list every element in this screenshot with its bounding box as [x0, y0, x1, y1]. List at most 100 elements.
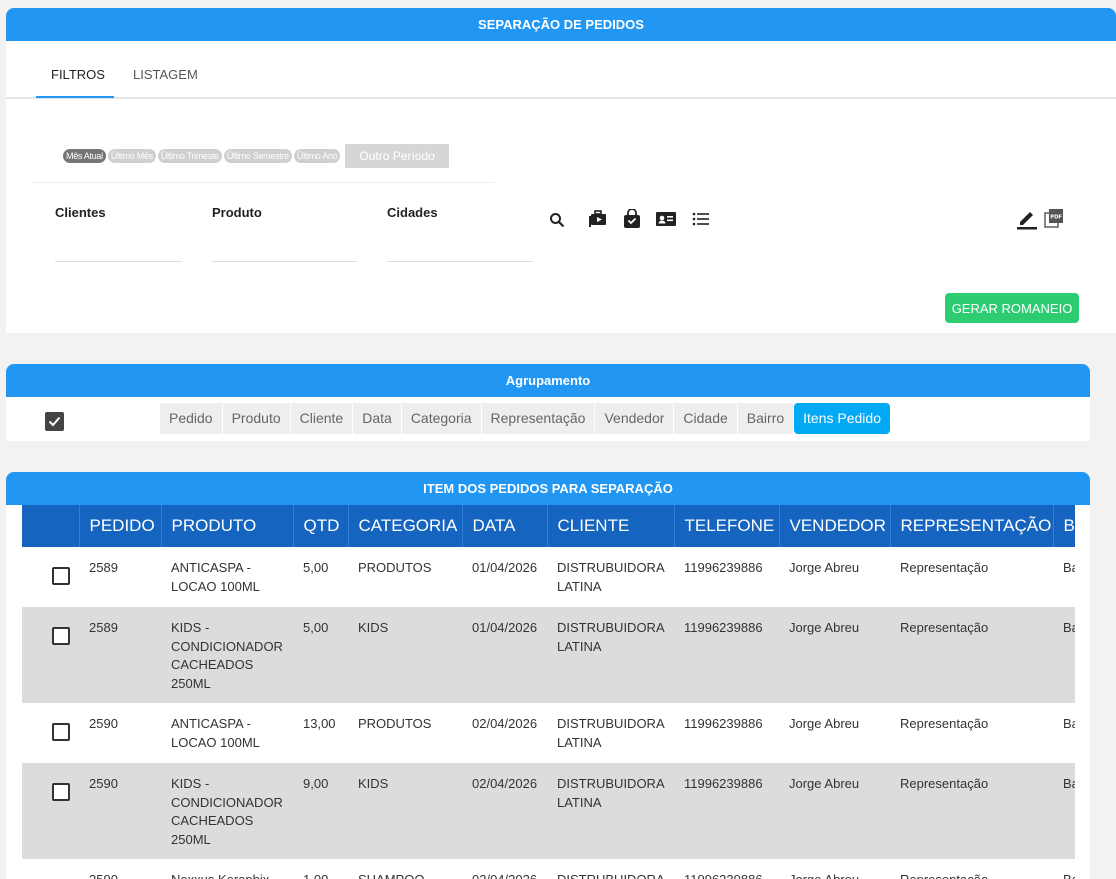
- cell-vendedor: Jorge Abreu: [779, 763, 890, 859]
- cell-telefone: 11996239886: [674, 763, 779, 859]
- cell-cliente: DISTRUBUIDORA LATINA: [547, 607, 674, 703]
- group-cliente-button[interactable]: Cliente: [290, 403, 353, 434]
- agrupamento-title: Agrupamento: [505, 373, 591, 388]
- cell-qtd: 13,00: [303, 716, 336, 731]
- cell-representacao: Representação: [890, 607, 1053, 703]
- page-title: SEPARAÇÃO DE PEDIDOS: [478, 17, 644, 32]
- agrupamento-options: Pedido Produto Cliente Data Categoria Re…: [160, 403, 891, 434]
- cell-representacao: Representação: [890, 859, 1053, 879]
- shopping-bag-icon[interactable]: [621, 208, 643, 230]
- cell-representacao: Representação: [890, 763, 1053, 859]
- period-outro-button[interactable]: Outro Período: [345, 144, 449, 168]
- cell-representacao: Representação: [900, 560, 989, 575]
- group-produto-button[interactable]: Produto: [222, 403, 290, 434]
- period-ultimo-ano[interactable]: Último Ano: [293, 149, 341, 163]
- col-cliente[interactable]: CLIENTE: [547, 505, 675, 547]
- table-row: 2590 KIDS - CONDICIONADOR CACHEADOS 250M…: [22, 763, 1075, 859]
- itens-table-viewport: PEDIDO PRODUTO QTD CATEGORIA DATA CLIENT…: [22, 505, 1075, 879]
- cell-qtd: 5,00: [303, 560, 329, 575]
- cell-telefone: 11996239886: [684, 560, 763, 575]
- row-checkbox-cell: [22, 763, 79, 859]
- cell-bairro: Ba: [1063, 560, 1075, 575]
- col-bairro[interactable]: BAIRRO: [1053, 505, 1075, 547]
- row-checkbox[interactable]: [52, 783, 70, 801]
- cell-telefone: 11996239886: [674, 859, 779, 879]
- col-produto[interactable]: PRODUTO: [161, 505, 294, 547]
- col-telefone[interactable]: TELEFONE: [674, 505, 780, 547]
- group-bairro-button[interactable]: Bairro: [737, 403, 794, 434]
- agrupamento-header: Agrupamento: [6, 364, 1090, 397]
- row-checkbox-cell: [22, 547, 79, 607]
- list-icon[interactable]: [690, 208, 712, 230]
- tab-listagem[interactable]: LISTAGEM: [133, 67, 198, 82]
- cell-categoria: PRODUTOS: [358, 716, 432, 731]
- period-ultimo-semestre[interactable]: Último Semestre: [223, 149, 292, 163]
- clientes-label: Clientes: [55, 205, 106, 220]
- cell-produto: Nexxus Keraphix: [161, 859, 293, 879]
- col-pedido[interactable]: PEDIDO: [79, 505, 162, 547]
- cell-vendedor: Jorge Abreu: [789, 560, 860, 575]
- clientes-input[interactable]: [55, 261, 182, 262]
- search-icon[interactable]: [546, 209, 568, 231]
- produto-label: Produto: [212, 205, 262, 220]
- table-row: 2589 KIDS - CONDICIONADOR CACHEADOS 250M…: [22, 607, 1075, 703]
- group-representacao-button[interactable]: Representação: [481, 403, 595, 434]
- cell-bairro: Ba: [1063, 716, 1075, 731]
- period-mes-atual[interactable]: Mês Atual: [63, 149, 106, 163]
- briefcase-play-icon[interactable]: [587, 208, 609, 230]
- cell-telefone: 11996239886: [684, 716, 763, 731]
- col-qtd[interactable]: QTD: [293, 505, 349, 547]
- period-ultimo-trimestre[interactable]: Último Trimeste: [157, 149, 222, 163]
- cell-vendedor: Jorge Abreu: [779, 607, 890, 703]
- table-header-row: PEDIDO PRODUTO QTD CATEGORIA DATA CLIENT…: [22, 505, 1075, 547]
- cell-pedido: 2589: [89, 560, 118, 575]
- filters-panel: FILTROS LISTAGEM Mês Atual Último Mês Úl…: [6, 41, 1116, 333]
- gerar-romaneio-button[interactable]: GERAR ROMANEIO: [945, 293, 1079, 323]
- cell-data: 01/04/2026: [472, 560, 538, 575]
- cell-pedido: 2590: [79, 859, 161, 879]
- table-row: 2589 ANTICASPA - LOCAO 100ML 5,00 PRODUT…: [22, 547, 1075, 607]
- active-tab-indicator: [36, 96, 114, 98]
- cell-cliente: DISTRUBUIDORA LATINA: [547, 763, 674, 859]
- cell-cliente: DISTRUBUIDORA LATINA: [557, 560, 664, 594]
- pdf-icon[interactable]: PDF: [1043, 207, 1065, 229]
- group-itens-pedido-button[interactable]: Itens Pedido: [794, 403, 890, 434]
- group-data-button[interactable]: Data: [353, 403, 401, 434]
- col-categoria[interactable]: CATEGORIA: [348, 505, 463, 547]
- col-representacao[interactable]: REPRESENTAÇÃO: [890, 505, 1054, 547]
- edit-pencil-icon[interactable]: [1016, 208, 1038, 230]
- row-checkbox-cell: [22, 703, 79, 763]
- period-selector: Mês Atual Último Mês Último Trimeste Últ…: [63, 144, 449, 168]
- cell-produto: ANTICASPA - LOCAO 100ML: [171, 560, 260, 594]
- cell-produto: KIDS - CONDICIONADOR CACHEADOS 250ML: [161, 763, 293, 859]
- svg-text:PDF: PDF: [1050, 215, 1062, 221]
- select-all-checkbox[interactable]: [45, 412, 64, 431]
- cell-categoria: KIDS: [348, 607, 462, 703]
- cidades-input[interactable]: [387, 261, 533, 262]
- cell-vendedor: Jorge Abreu: [779, 859, 890, 879]
- itens-table: PEDIDO PRODUTO QTD CATEGORIA DATA CLIENT…: [22, 505, 1075, 879]
- cell-produto: KIDS - CONDICIONADOR CACHEADOS 250ML: [161, 607, 293, 703]
- tab-filtros[interactable]: FILTROS: [51, 67, 105, 82]
- col-data[interactable]: DATA: [462, 505, 548, 547]
- row-checkbox[interactable]: [52, 627, 70, 645]
- period-ultimo-mes[interactable]: Último Mês: [107, 149, 156, 163]
- col-select: [22, 505, 80, 547]
- row-checkbox[interactable]: [52, 723, 70, 741]
- group-categoria-button[interactable]: Categoria: [401, 403, 481, 434]
- itens-title: ITEM DOS PEDIDOS PARA SEPARAÇÃO: [423, 481, 673, 496]
- cell-data: 02/04/2026: [462, 763, 547, 859]
- cell-data: 02/04/2026: [462, 859, 547, 879]
- row-checkbox[interactable]: [52, 567, 70, 585]
- table-row: 2590 ANTICASPA - LOCAO 100ML 13,00 PRODU…: [22, 703, 1075, 763]
- cell-representacao: Representação: [900, 716, 989, 731]
- col-vendedor[interactable]: VENDEDOR: [779, 505, 891, 547]
- contact-card-icon[interactable]: [655, 208, 677, 230]
- group-cidade-button[interactable]: Cidade: [674, 403, 737, 434]
- cell-produto: ANTICASPA - LOCAO 100ML: [171, 716, 260, 750]
- group-pedido-button[interactable]: Pedido: [160, 403, 222, 434]
- itens-table-container: PEDIDO PRODUTO QTD CATEGORIA DATA CLIENT…: [6, 505, 1090, 879]
- produto-input[interactable]: [212, 261, 357, 262]
- group-vendedor-button[interactable]: Vendedor: [595, 403, 674, 434]
- tab-bar: FILTROS LISTAGEM: [6, 41, 1116, 99]
